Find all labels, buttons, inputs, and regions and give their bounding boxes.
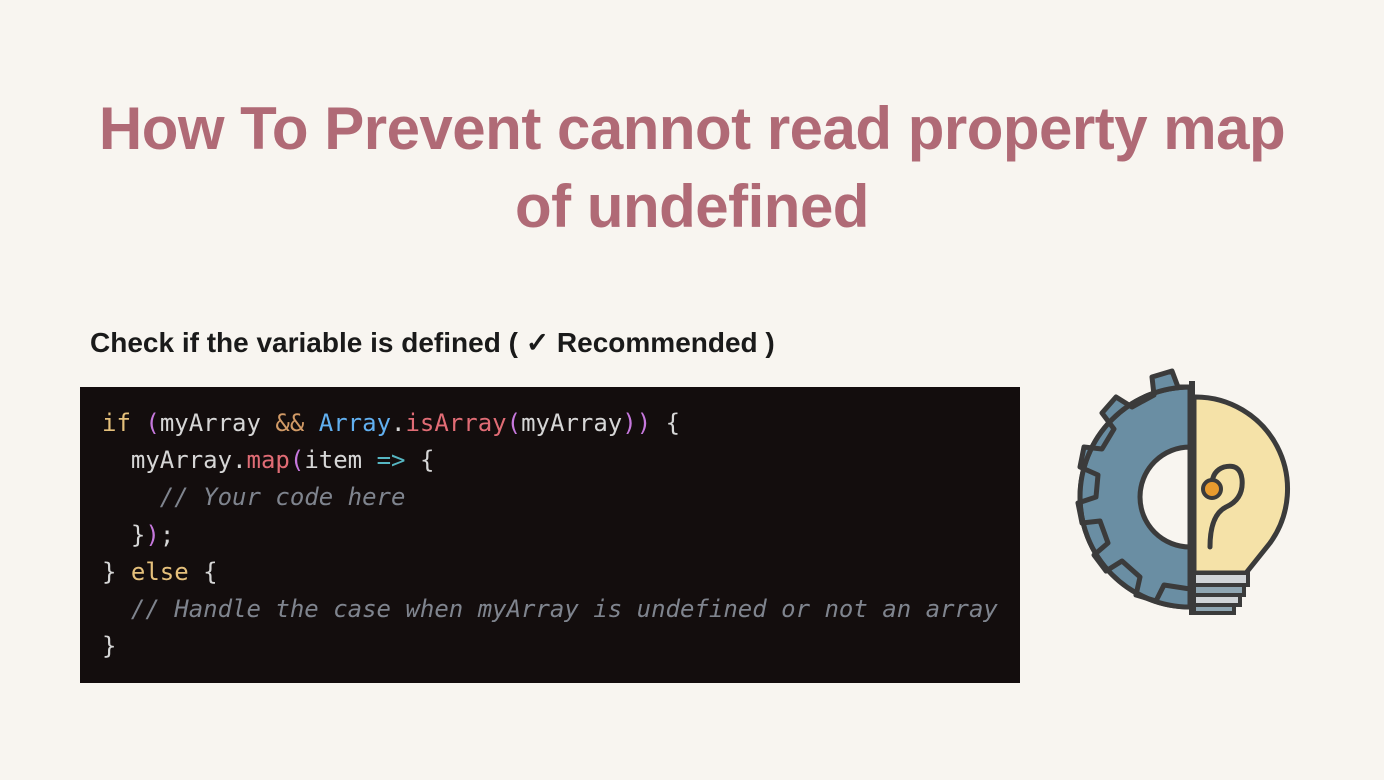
page-title: How To Prevent cannot read property map …	[80, 90, 1304, 246]
subtitle-suffix: Recommended )	[549, 327, 775, 358]
lightbulb-half	[1194, 397, 1288, 613]
gear-lightbulb-icon	[1060, 367, 1320, 627]
subtitle: Check if the variable is defined ( ✓ Rec…	[80, 326, 1304, 359]
content-row: if (myArray && Array.isArray(myArray)) {…	[80, 387, 1304, 683]
gear-half	[1078, 371, 1190, 607]
keyword-if: if	[102, 409, 131, 437]
page-container: How To Prevent cannot read property map …	[0, 0, 1384, 723]
code-block: if (myArray && Array.isArray(myArray)) {…	[80, 387, 1020, 683]
check-icon: ✓	[526, 327, 549, 358]
subtitle-prefix: Check if the variable is defined (	[90, 327, 526, 358]
keyword-else: else	[131, 558, 189, 586]
